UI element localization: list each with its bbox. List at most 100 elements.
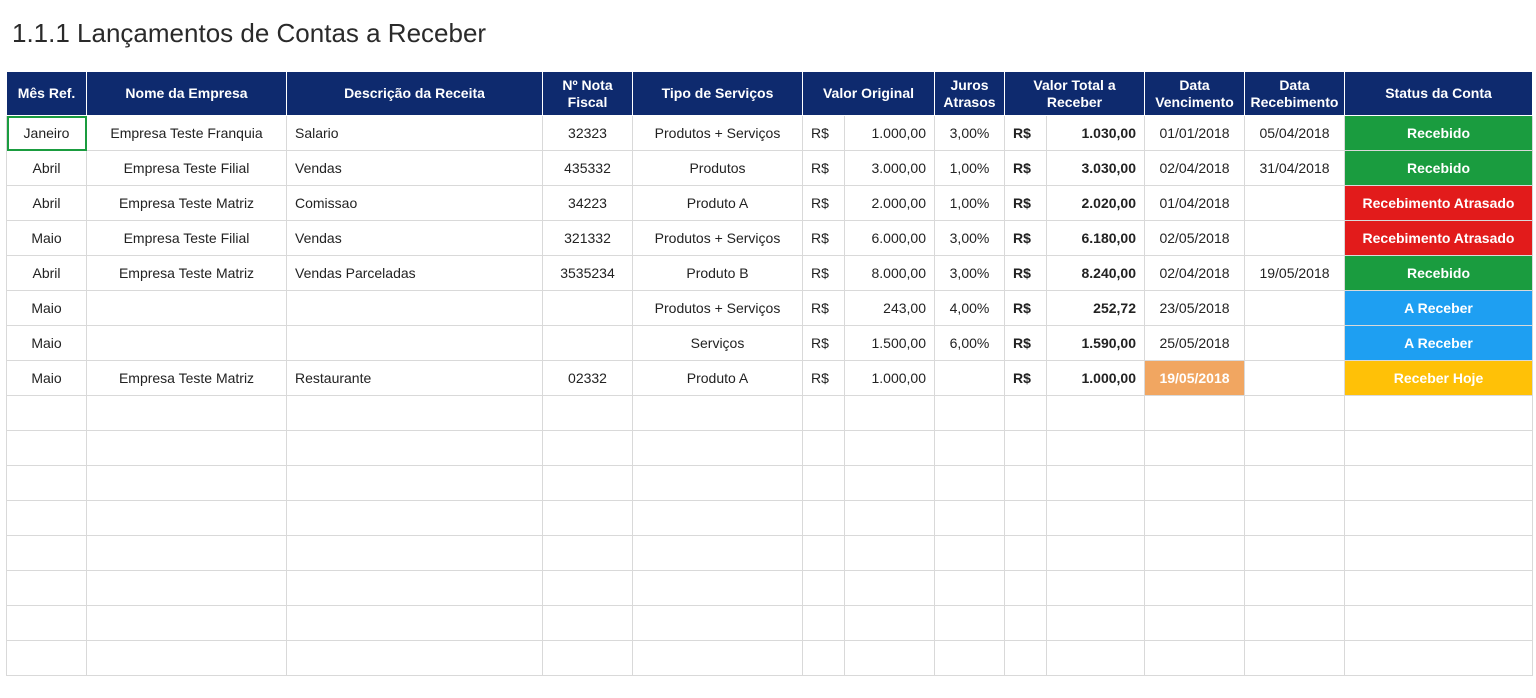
cell-empty[interactable] bbox=[1245, 466, 1345, 501]
cell-valor-currency[interactable]: R$ bbox=[803, 361, 845, 396]
cell-empresa[interactable]: Empresa Teste Matriz bbox=[87, 256, 287, 291]
cell-valor[interactable]: 1.000,00 bbox=[845, 116, 935, 151]
cell-descricao[interactable]: Vendas Parceladas bbox=[287, 256, 543, 291]
cell-empty[interactable] bbox=[845, 501, 935, 536]
cell-descricao[interactable]: Vendas bbox=[287, 151, 543, 186]
table-row[interactable]: MaioServiçosR$1.500,006,00%R$1.590,0025/… bbox=[7, 326, 1533, 361]
cell-nota[interactable]: 32323 bbox=[543, 116, 633, 151]
cell-empty[interactable] bbox=[7, 536, 87, 571]
cell-vencimento[interactable]: 01/01/2018 bbox=[1145, 116, 1245, 151]
col-valor[interactable]: Valor Original bbox=[803, 72, 935, 116]
col-status[interactable]: Status da Conta bbox=[1345, 72, 1533, 116]
cell-empty[interactable] bbox=[633, 641, 803, 676]
cell-recebimento[interactable]: 05/04/2018 bbox=[1245, 116, 1345, 151]
cell-tipo[interactable]: Produtos + Serviços bbox=[633, 116, 803, 151]
cell-empty[interactable] bbox=[7, 501, 87, 536]
col-total[interactable]: Valor Total aReceber bbox=[1005, 72, 1145, 116]
cell-valor[interactable]: 6.000,00 bbox=[845, 221, 935, 256]
cell-mes[interactable]: Maio bbox=[7, 221, 87, 256]
cell-empty[interactable] bbox=[287, 606, 543, 641]
cell-empty[interactable] bbox=[87, 536, 287, 571]
cell-recebimento[interactable] bbox=[1245, 291, 1345, 326]
cell-juros[interactable] bbox=[935, 361, 1005, 396]
cell-descricao[interactable]: Vendas bbox=[287, 221, 543, 256]
cell-empty[interactable] bbox=[935, 571, 1005, 606]
cell-valor-currency[interactable]: R$ bbox=[803, 186, 845, 221]
cell-status[interactable]: Recebido bbox=[1345, 256, 1533, 291]
cell-empty[interactable] bbox=[1145, 606, 1245, 641]
cell-empty[interactable] bbox=[803, 606, 845, 641]
cell-recebimento[interactable] bbox=[1245, 221, 1345, 256]
cell-mes[interactable]: Abril bbox=[7, 186, 87, 221]
cell-empty[interactable] bbox=[633, 396, 803, 431]
table-row[interactable]: AbrilEmpresa Teste FilialVendas435332Pro… bbox=[7, 151, 1533, 186]
cell-total-currency[interactable]: R$ bbox=[1005, 256, 1047, 291]
cell-total[interactable]: 1.590,00 bbox=[1047, 326, 1145, 361]
cell-status[interactable]: Recebido bbox=[1345, 116, 1533, 151]
cell-total[interactable]: 6.180,00 bbox=[1047, 221, 1145, 256]
cell-empty[interactable] bbox=[543, 641, 633, 676]
col-descricao[interactable]: Descrição da Receita bbox=[287, 72, 543, 116]
cell-total[interactable]: 1.000,00 bbox=[1047, 361, 1145, 396]
cell-mes[interactable]: Abril bbox=[7, 256, 87, 291]
cell-vencimento[interactable]: 19/05/2018 bbox=[1145, 361, 1245, 396]
cell-empty[interactable] bbox=[1145, 641, 1245, 676]
cell-empty[interactable] bbox=[1005, 466, 1047, 501]
cell-empty[interactable] bbox=[287, 571, 543, 606]
cell-total[interactable]: 1.030,00 bbox=[1047, 116, 1145, 151]
cell-empty[interactable] bbox=[543, 501, 633, 536]
cell-juros[interactable]: 1,00% bbox=[935, 186, 1005, 221]
cell-empty[interactable] bbox=[1345, 571, 1533, 606]
cell-empty[interactable] bbox=[543, 571, 633, 606]
cell-empty[interactable] bbox=[845, 606, 935, 641]
table-row-empty[interactable] bbox=[7, 466, 1533, 501]
cell-empty[interactable] bbox=[633, 571, 803, 606]
cell-valor[interactable]: 1.500,00 bbox=[845, 326, 935, 361]
cell-empty[interactable] bbox=[1047, 466, 1145, 501]
cell-descricao[interactable] bbox=[287, 326, 543, 361]
cell-total-currency[interactable]: R$ bbox=[1005, 116, 1047, 151]
cell-empty[interactable] bbox=[1047, 536, 1145, 571]
cell-empty[interactable] bbox=[1005, 536, 1047, 571]
cell-total-currency[interactable]: R$ bbox=[1005, 361, 1047, 396]
cell-empty[interactable] bbox=[935, 606, 1005, 641]
cell-empty[interactable] bbox=[803, 396, 845, 431]
cell-tipo[interactable]: Produto A bbox=[633, 361, 803, 396]
cell-valor[interactable]: 1.000,00 bbox=[845, 361, 935, 396]
cell-empty[interactable] bbox=[845, 641, 935, 676]
cell-empty[interactable] bbox=[1145, 501, 1245, 536]
cell-empty[interactable] bbox=[1145, 431, 1245, 466]
cell-empty[interactable] bbox=[287, 396, 543, 431]
table-row-empty[interactable] bbox=[7, 536, 1533, 571]
col-tipo[interactable]: Tipo de Serviços bbox=[633, 72, 803, 116]
cell-empty[interactable] bbox=[1005, 606, 1047, 641]
cell-mes[interactable]: Maio bbox=[7, 291, 87, 326]
cell-status[interactable]: A Receber bbox=[1345, 291, 1533, 326]
cell-empty[interactable] bbox=[935, 501, 1005, 536]
cell-empty[interactable] bbox=[1245, 641, 1345, 676]
cell-empty[interactable] bbox=[1005, 431, 1047, 466]
cell-valor[interactable]: 3.000,00 bbox=[845, 151, 935, 186]
cell-empty[interactable] bbox=[7, 606, 87, 641]
cell-tipo[interactable]: Serviços bbox=[633, 326, 803, 361]
cell-empty[interactable] bbox=[633, 466, 803, 501]
cell-status[interactable]: Recebido bbox=[1345, 151, 1533, 186]
cell-status[interactable]: Recebimento Atrasado bbox=[1345, 221, 1533, 256]
cell-empty[interactable] bbox=[87, 501, 287, 536]
cell-juros[interactable]: 6,00% bbox=[935, 326, 1005, 361]
cell-empty[interactable] bbox=[287, 536, 543, 571]
cell-valor[interactable]: 243,00 bbox=[845, 291, 935, 326]
cell-empty[interactable] bbox=[1345, 606, 1533, 641]
cell-empty[interactable] bbox=[1005, 571, 1047, 606]
table-row-empty[interactable] bbox=[7, 641, 1533, 676]
cell-descricao[interactable] bbox=[287, 291, 543, 326]
cell-valor[interactable]: 8.000,00 bbox=[845, 256, 935, 291]
cell-empresa[interactable]: Empresa Teste Matriz bbox=[87, 361, 287, 396]
table-row[interactable]: MaioEmpresa Teste MatrizRestaurante02332… bbox=[7, 361, 1533, 396]
cell-total-currency[interactable]: R$ bbox=[1005, 151, 1047, 186]
cell-juros[interactable]: 3,00% bbox=[935, 221, 1005, 256]
cell-total[interactable]: 3.030,00 bbox=[1047, 151, 1145, 186]
table-row-empty[interactable] bbox=[7, 606, 1533, 641]
cell-empty[interactable] bbox=[1047, 571, 1145, 606]
cell-empty[interactable] bbox=[1245, 396, 1345, 431]
